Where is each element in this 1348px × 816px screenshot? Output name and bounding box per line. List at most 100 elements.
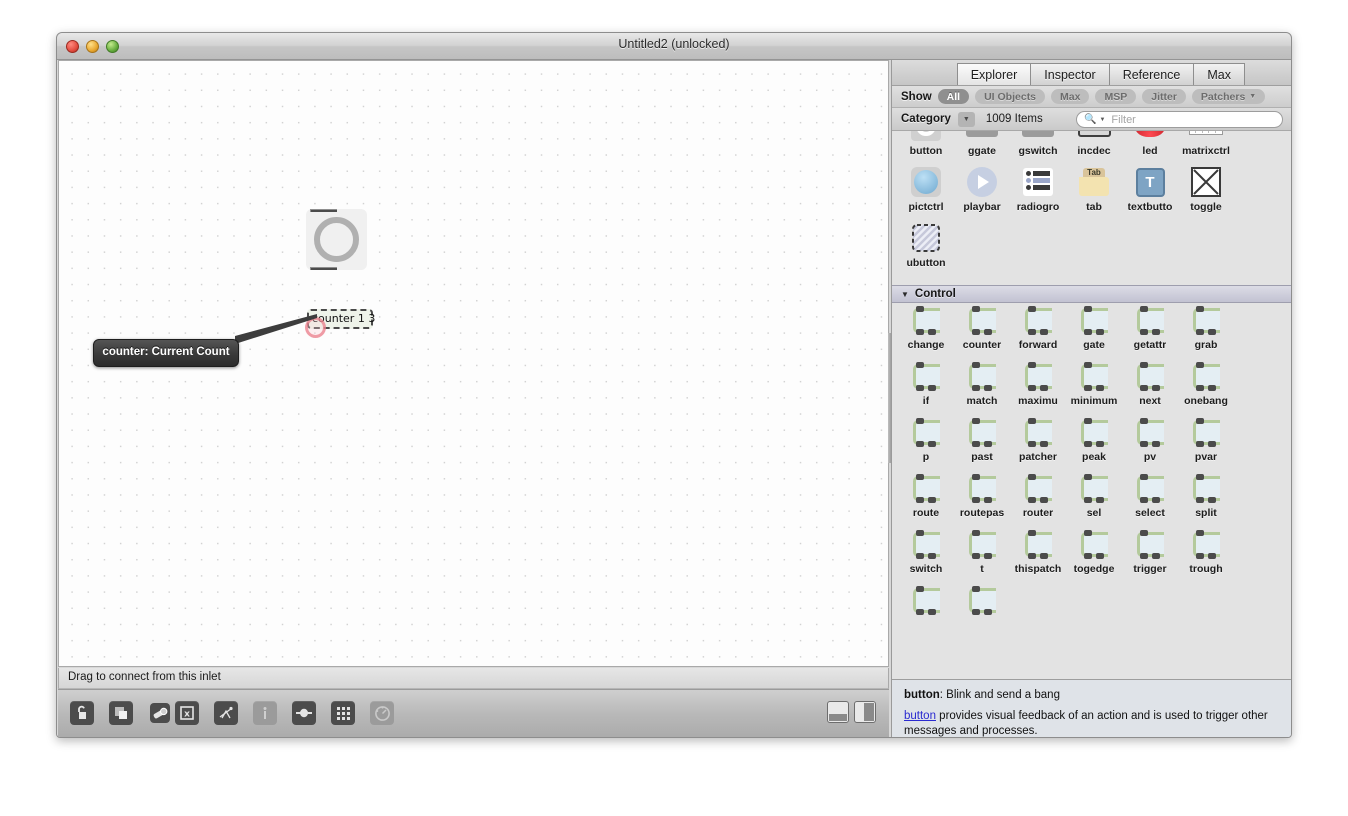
presentation-icon[interactable] (109, 701, 133, 725)
tab-max[interactable]: Max (1193, 63, 1245, 85)
object-cell-ggate[interactable]: ggate (954, 131, 1010, 165)
object-cell-counter[interactable]: counter (954, 303, 1010, 359)
object-cell-grab[interactable]: grab (1178, 303, 1234, 359)
object-cell[interactable] (898, 583, 954, 639)
section-header-control[interactable]: ▼ Control (892, 285, 1291, 303)
object-cell-past[interactable]: past (954, 415, 1010, 471)
object-cell-routepas[interactable]: routepas (954, 471, 1010, 527)
panel-right-icon[interactable] (854, 701, 876, 723)
max-object-icon (1079, 471, 1110, 505)
object-cell-pictctrl[interactable]: pictctrl (898, 165, 954, 221)
filter-patchers[interactable]: Patchers ▼ (1191, 89, 1266, 104)
object-cell-trigger[interactable]: trigger (1122, 527, 1178, 583)
object-cell-change[interactable]: change (898, 303, 954, 359)
inspector-icon[interactable] (148, 701, 172, 725)
bang-outlet[interactable] (310, 267, 337, 270)
tab-reference[interactable]: Reference (1108, 63, 1194, 85)
object-cell-split[interactable]: split (1178, 471, 1234, 527)
tab-explorer[interactable]: Explorer (956, 63, 1031, 85)
filter-max[interactable]: Max (1051, 89, 1090, 104)
object-cell-patcher[interactable]: patcher (1010, 415, 1066, 471)
max-object-icon (1023, 415, 1054, 449)
radiogroup-icon (1023, 165, 1053, 199)
debug-icon[interactable] (214, 701, 238, 725)
object-cell-matrixctrl[interactable]: matrixctrl (1178, 131, 1234, 165)
object-cell-radiogroup[interactable]: radiogro (1010, 165, 1066, 221)
object-cell-playbar[interactable]: playbar (954, 165, 1010, 221)
gauge-icon[interactable] (370, 701, 394, 725)
object-cell-minimum[interactable]: minimum (1066, 359, 1122, 415)
object-cell-p[interactable]: p (898, 415, 954, 471)
object-cell-ubutton[interactable]: ubutton (898, 221, 954, 277)
object-cell-textbutton[interactable]: T textbutto (1122, 165, 1178, 221)
object-cell-match[interactable]: match (954, 359, 1010, 415)
object-label: ubutton (906, 257, 946, 269)
object-label: pictctrl (908, 201, 944, 213)
object-cell-gate[interactable]: gate (1066, 303, 1122, 359)
object-label: toggle (1190, 201, 1222, 213)
object-cell-incdec[interactable]: ▼ incdec (1066, 131, 1122, 165)
filter-all[interactable]: All (937, 89, 970, 104)
object-browser[interactable]: button ggate gswitch incdec led matrixct… (892, 131, 1291, 680)
object-cell-toggle[interactable]: toggle (1178, 165, 1234, 221)
object-cell-forward[interactable]: forward (1010, 303, 1066, 359)
filter-jitter[interactable]: Jitter (1142, 89, 1186, 104)
filter-search-box[interactable]: 🔍 ▼ Filter (1076, 111, 1283, 128)
textbutton-icon: T (1135, 165, 1165, 199)
section-title: Control (914, 288, 956, 300)
object-cell-sel[interactable]: sel (1066, 471, 1122, 527)
control-objects-grid: change counter forward gate getattr grab if mat… (892, 303, 1291, 639)
object-cell-pv[interactable]: pv (1122, 415, 1178, 471)
object-cell-if[interactable]: if (898, 359, 954, 415)
bang-object[interactable] (306, 209, 367, 270)
object-cell-switch[interactable]: switch (898, 527, 954, 583)
object-cell-select[interactable]: select (1122, 471, 1178, 527)
max-object-icon (1023, 303, 1054, 337)
object-label: button (909, 145, 943, 157)
status-text: Drag to connect from this inlet (68, 671, 221, 683)
max-object-icon (911, 527, 942, 561)
object-cell-pvar[interactable]: pvar (1178, 415, 1234, 471)
patcher-canvas[interactable]: counter 1 3 counter: Current Count (58, 60, 889, 667)
object-label: peak (1082, 451, 1106, 463)
object-cell-tab[interactable]: Tab tab (1066, 165, 1122, 221)
filter-msp[interactable]: MSP (1095, 89, 1137, 104)
unlock-icon[interactable] (70, 701, 94, 725)
object-cell-togedge[interactable]: togedge (1066, 527, 1122, 583)
object-cell-gswitch[interactable]: gswitch (1010, 131, 1066, 165)
counter-inlet-highlight[interactable] (305, 317, 326, 338)
object-cell-button[interactable]: button (898, 131, 954, 165)
patchcord-icon[interactable] (292, 701, 316, 725)
max-object-icon (967, 583, 998, 617)
tab-inspector[interactable]: Inspector (1030, 63, 1109, 85)
object-cell-peak[interactable]: peak (1066, 415, 1122, 471)
filter-patchers-label: Patchers (1200, 90, 1246, 103)
panel-bottom-icon[interactable] (827, 701, 849, 723)
object-cell-trough[interactable]: trough (1178, 527, 1234, 583)
grid-icon[interactable] (331, 701, 355, 725)
info-object-link[interactable]: button (904, 710, 936, 722)
info-body: button provides visual feedback of an ac… (904, 709, 1279, 737)
object-cell-route[interactable]: route (898, 471, 954, 527)
patcher-toolbar: x (58, 689, 889, 737)
object-cell-led[interactable]: led (1122, 131, 1178, 165)
object-cell-next[interactable]: next (1122, 359, 1178, 415)
ubutton-icon (911, 221, 941, 255)
object-cell-t[interactable]: t (954, 527, 1010, 583)
bang-inlet[interactable] (310, 209, 337, 212)
object-cell-maximu[interactable]: maximu (1010, 359, 1066, 415)
close-box-icon[interactable]: x (175, 701, 199, 725)
category-chevron-down-icon[interactable]: ▼ (957, 111, 975, 127)
info-icon[interactable] (253, 701, 277, 725)
object-cell-thispatch[interactable]: thispatch (1010, 527, 1066, 583)
object-cell-getattr[interactable]: getattr (1122, 303, 1178, 359)
search-chevron-down-icon: ▼ (1099, 116, 1106, 123)
max-object-icon (967, 303, 998, 337)
object-label: tab (1086, 201, 1102, 213)
object-cell-onebang[interactable]: onebang (1178, 359, 1234, 415)
filter-ui-objects[interactable]: UI Objects (975, 89, 1046, 104)
object-label: select (1135, 507, 1165, 519)
object-label: match (966, 395, 998, 407)
object-cell[interactable] (954, 583, 1010, 639)
object-cell-router[interactable]: router (1010, 471, 1066, 527)
